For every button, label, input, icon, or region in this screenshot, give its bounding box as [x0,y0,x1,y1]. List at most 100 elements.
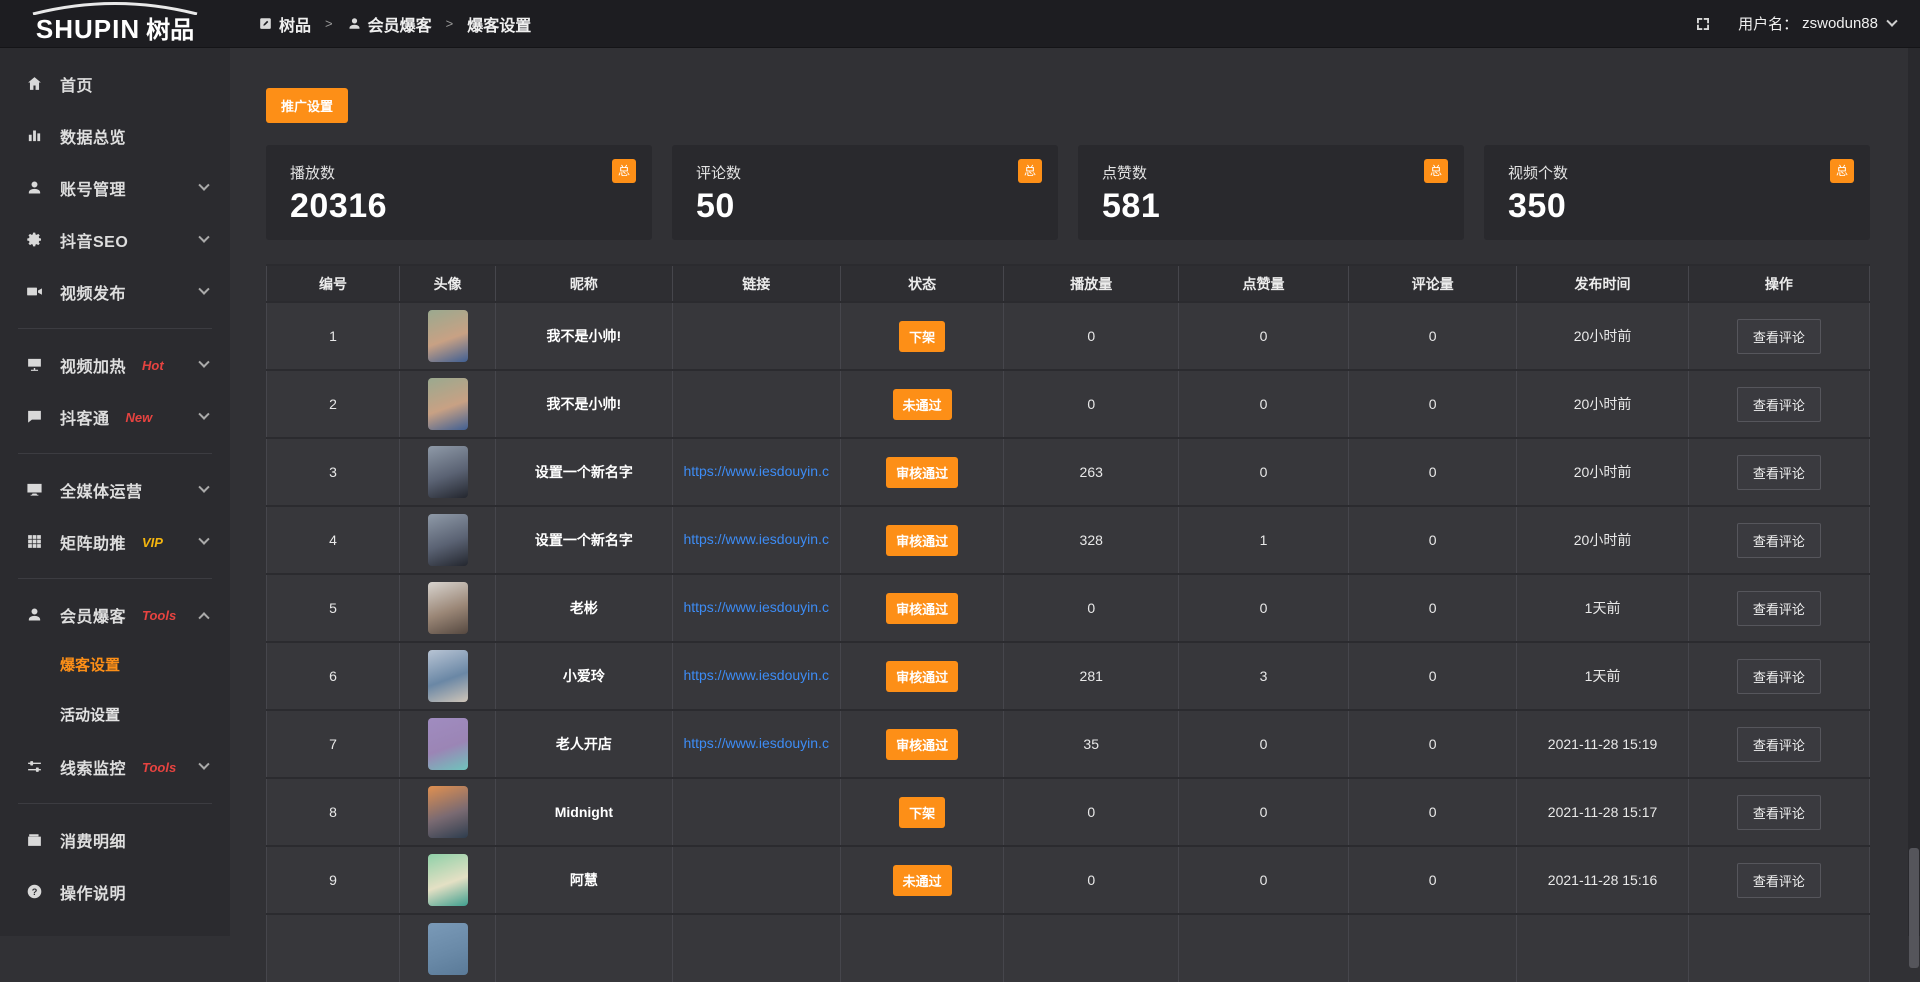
view-comments-button[interactable]: 查看评论 [1737,455,1821,490]
menu-badge: New [126,410,153,425]
svg-text:?: ? [32,887,38,897]
cell-comments: 0 [1348,574,1516,642]
sidebar-item-data-overview[interactable]: 数据总览 [0,110,230,162]
avatar [428,310,468,362]
sidebar-item-label: 消费明细 [60,828,126,852]
status-badge: 下架 [899,797,945,828]
stat-value: 581 [1102,187,1440,226]
cell-status: 审核通过 [840,438,1004,506]
table-row: 6 小爱玲 https://www.iesdouyin.c 审核通过 281 3… [267,642,1870,710]
sidebar-menu: 首页 数据总览 账号管理 抖音SEO 视频发布 视频加热 Hot [0,48,230,936]
view-comments-button[interactable]: 查看评论 [1737,727,1821,762]
view-comments-button[interactable]: 查看评论 [1737,795,1821,830]
status-badge: 审核通过 [886,729,958,760]
cell-action: 查看评论 [1688,370,1869,438]
video-link[interactable]: https://www.iesdouyin.c [683,735,829,751]
total-badge: 总 [1424,159,1448,183]
video-link[interactable]: https://www.iesdouyin.c [683,599,829,615]
cell-plays: 0 [1004,574,1179,642]
cell-status: 审核通过 [840,506,1004,574]
sidebar-subitem-activity-settings[interactable]: 活动设置 [0,691,230,741]
sidebar-item-label: 账号管理 [60,176,126,200]
cell-nickname: 设置一个新名字 [496,506,672,574]
chevron-down-icon [198,232,209,243]
cell-plays [1004,914,1179,982]
status-badge: 未通过 [893,865,952,896]
fullscreen-icon[interactable] [1694,15,1712,33]
sidebar-item-douketong[interactable]: 抖客通 New [0,391,230,443]
submenu: 爆客设置活动设置 [0,641,230,741]
logo-arc [28,2,202,15]
sidebar-item-account-management[interactable]: 账号管理 [0,162,230,214]
sidebar-subitem-baoke-settings[interactable]: 爆客设置 [0,641,230,691]
view-comments-button[interactable]: 查看评论 [1737,863,1821,898]
sidebar-item-douyin-seo[interactable]: 抖音SEO [0,214,230,266]
status-badge: 审核通过 [886,593,958,624]
avatar [428,514,468,566]
sidebar-item-matrix-boost[interactable]: 矩阵助推 VIP [0,516,230,568]
breadcrumb-item-member-baoke[interactable]: 会员爆客 [347,12,432,36]
cell-link: https://www.iesdouyin.c [672,438,840,506]
view-comments-button[interactable]: 查看评论 [1737,591,1821,626]
sidebar-item-label: 操作说明 [60,880,126,904]
video-link[interactable]: https://www.iesdouyin.c [683,667,829,683]
breadcrumb-item-shupin[interactable]: 树品 [258,12,311,36]
sidebar-item-label: 线索监控 [60,755,126,779]
video-icon [26,283,44,301]
view-comments-button[interactable]: 查看评论 [1737,659,1821,694]
sidebar-item-member-baoke[interactable]: 会员爆客 Tools [0,589,230,641]
table-header-link: 链接 [672,265,840,302]
user-icon [26,179,44,197]
cell-link [672,370,840,438]
table-header-avatar: 头像 [400,265,496,302]
chevron-down-icon [198,482,209,493]
cell-num: 1 [267,302,400,370]
logo-text-en: SHUPIN [36,14,140,45]
sidebar-item-video-publish[interactable]: 视频发布 [0,266,230,318]
cell-status: 审核通过 [840,710,1004,778]
view-comments-button[interactable]: 查看评论 [1737,319,1821,354]
cell-num: 2 [267,370,400,438]
user-menu[interactable]: 用户名：zswodun88 [1738,13,1896,34]
cell-action: 查看评论 [1688,642,1869,710]
sidebar-item-consumption-detail[interactable]: 消费明细 [0,814,230,866]
cell-status: 下架 [840,778,1004,846]
status-badge: 下架 [899,321,945,352]
promo-settings-button[interactable]: 推广设置 [266,88,348,123]
stat-label: 评论数 [696,162,1034,183]
breadcrumb-item-baoke-settings: 爆客设置 [467,12,531,36]
table-header-plays: 播放量 [1004,265,1179,302]
video-link[interactable]: https://www.iesdouyin.c [683,463,829,479]
wallet-icon [26,831,44,849]
cell-link: https://www.iesdouyin.c [672,506,840,574]
sidebar-item-home[interactable]: 首页 [0,58,230,110]
view-comments-button[interactable]: 查看评论 [1737,523,1821,558]
cell-action: 查看评论 [1688,438,1869,506]
sidebar-item-omni-media[interactable]: 全媒体运营 [0,464,230,516]
sidebar-item-video-heat[interactable]: 视频加热 Hot [0,339,230,391]
cell-comments: 0 [1348,846,1516,914]
cell-nickname: 老彬 [496,574,672,642]
sidebar-item-clue-monitor[interactable]: 线索监控 Tools [0,741,230,793]
table-row [267,914,1870,982]
cell-status: 审核通过 [840,574,1004,642]
video-link[interactable]: https://www.iesdouyin.c [683,531,829,547]
breadcrumb-separator: > [442,16,458,31]
cell-likes: 0 [1179,846,1349,914]
view-comments-button[interactable]: 查看评论 [1737,387,1821,422]
cell-likes: 0 [1179,574,1349,642]
chevron-down-icon [198,284,209,295]
avatar [428,650,468,702]
sidebar-item-label: 数据总览 [60,124,126,148]
stat-value: 20316 [290,187,628,226]
sidebar-item-operation-guide[interactable]: ? 操作说明 [0,866,230,918]
cell-nickname: 小爱玲 [496,642,672,710]
cell-link [672,846,840,914]
sidebar-item-label: 全媒体运营 [60,478,143,502]
cell-plays: 35 [1004,710,1179,778]
cell-link [672,302,840,370]
cell-link [672,778,840,846]
table-row: 4 设置一个新名字 https://www.iesdouyin.c 审核通过 3… [267,506,1870,574]
total-badge: 总 [1830,159,1854,183]
cell-comments: 0 [1348,302,1516,370]
